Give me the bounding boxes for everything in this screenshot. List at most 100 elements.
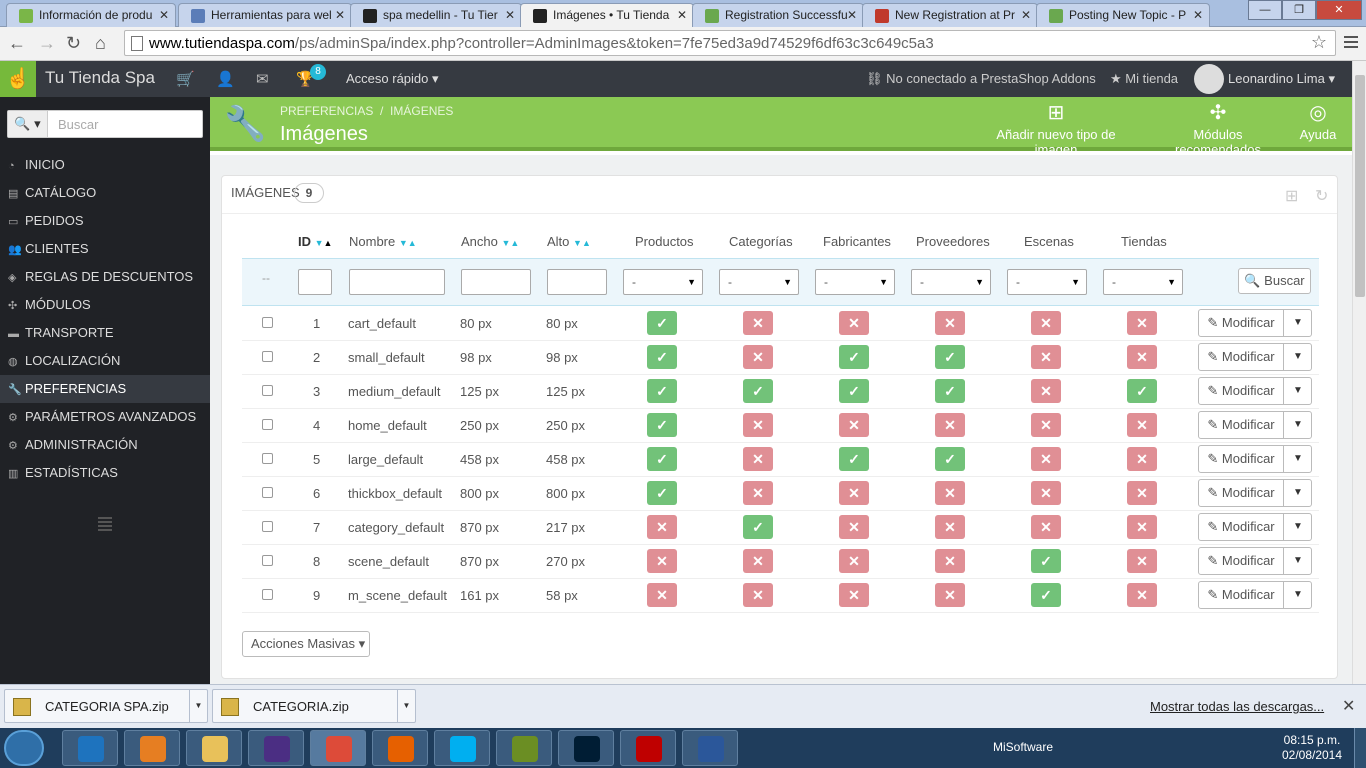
cross-icon[interactable]: ✕ <box>1127 549 1157 573</box>
caret-down-icon[interactable]: ▼ <box>1284 310 1312 336</box>
cross-icon[interactable]: ✕ <box>839 515 869 539</box>
close-window-icon[interactable]: ✕ <box>1316 0 1362 20</box>
check-icon[interactable]: ✓ <box>1031 549 1061 573</box>
sidebar-item-localizacion[interactable]: ◍ LOCALIZACIÓN <box>0 347 210 375</box>
row-checkbox[interactable] <box>262 521 273 532</box>
modify-button[interactable]: ✎ Modificar <box>1199 378 1284 404</box>
url-text[interactable]: www.tutiendaspa.com/ps/adminSpa/index.ph… <box>149 35 934 52</box>
download-item[interactable]: CATEGORIA SPA.zip ▼ <box>4 689 208 723</box>
cross-icon[interactable]: ✕ <box>839 481 869 505</box>
row-checkbox[interactable] <box>262 555 273 566</box>
maximize-icon[interactable]: ❐ <box>1282 0 1316 20</box>
cross-icon[interactable]: ✕ <box>743 345 773 369</box>
address-bar[interactable]: www.tutiendaspa.com/ps/adminSpa/index.ph… <box>124 30 1336 56</box>
row-checkbox[interactable] <box>262 589 273 600</box>
mail-icon[interactable]: ✉ <box>256 70 269 88</box>
check-icon[interactable]: ✓ <box>1031 583 1061 607</box>
cross-icon[interactable]: ✕ <box>647 515 677 539</box>
filter-manufacturers-select[interactable]: - <box>815 269 895 295</box>
prestashop-logo-icon[interactable]: ☝ <box>0 61 36 97</box>
check-icon[interactable]: ✓ <box>1127 379 1157 403</box>
browser-tab[interactable]: spa medellin - Tu Tier ✕ <box>350 3 522 27</box>
cross-icon[interactable]: ✕ <box>743 447 773 471</box>
scrollbar-thumb[interactable] <box>1355 75 1365 297</box>
modify-button[interactable]: ✎ Modificar <box>1199 446 1284 472</box>
browser-tab[interactable]: Herramientas para wel ✕ <box>178 3 352 27</box>
cross-icon[interactable]: ✕ <box>743 413 773 437</box>
taskbar-app-skype[interactable] <box>434 730 490 766</box>
check-icon[interactable]: ✓ <box>743 515 773 539</box>
column-header-height[interactable]: Alto ▼▲ <box>547 234 591 249</box>
cart-icon[interactable]: 🛒 <box>176 70 195 88</box>
cross-icon[interactable]: ✕ <box>743 583 773 607</box>
check-icon[interactable]: ✓ <box>647 345 677 369</box>
browser-tab[interactable]: Posting New Topic - P ✕ <box>1036 3 1210 27</box>
cross-icon[interactable]: ✕ <box>839 583 869 607</box>
cross-icon[interactable]: ✕ <box>1031 413 1061 437</box>
breadcrumb-parent[interactable]: PREFERENCIAS <box>280 104 373 118</box>
taskbar-app-eclipse[interactable] <box>248 730 304 766</box>
filter-suppliers-select[interactable]: - <box>911 269 991 295</box>
add-image-type-button[interactable]: ⊞ Añadir nuevo tipo de imagen <box>976 101 1136 157</box>
sort-desc-icon[interactable]: ▼ <box>315 238 324 248</box>
cross-icon[interactable]: ✕ <box>647 583 677 607</box>
sidebar-item-parametros[interactable]: ⚙ PARÁMETROS AVANZADOS <box>0 403 210 431</box>
cross-icon[interactable]: ✕ <box>839 549 869 573</box>
modify-button[interactable]: ✎ Modificar <box>1199 412 1284 438</box>
shop-name[interactable]: Tu Tienda Spa <box>45 68 155 88</box>
check-icon[interactable]: ✓ <box>647 481 677 505</box>
check-icon[interactable]: ✓ <box>839 345 869 369</box>
caret-down-icon[interactable]: ▼ <box>1284 480 1312 506</box>
sidebar-item-estadisticas[interactable]: ▥ ESTADÍSTICAS <box>0 459 210 487</box>
taskbar-app-firefox[interactable] <box>372 730 428 766</box>
caret-down-icon[interactable]: ▼ <box>1284 412 1312 438</box>
reload-icon[interactable]: ↻ <box>66 33 81 54</box>
check-icon[interactable]: ✓ <box>647 413 677 437</box>
download-options-icon[interactable]: ▼ <box>189 690 207 722</box>
cross-icon[interactable]: ✕ <box>839 413 869 437</box>
cross-icon[interactable]: ✕ <box>935 583 965 607</box>
cross-icon[interactable]: ✕ <box>743 311 773 335</box>
taskbar-app-word[interactable] <box>682 730 738 766</box>
caret-down-icon[interactable]: ▼ <box>1284 548 1312 574</box>
check-icon[interactable]: ✓ <box>935 379 965 403</box>
cross-icon[interactable]: ✕ <box>935 549 965 573</box>
cross-icon[interactable]: ✕ <box>1127 447 1157 471</box>
sort-asc-icon[interactable]: ▲ <box>510 238 519 248</box>
user-menu[interactable]: Leonardino Lima ▾ <box>1228 71 1335 87</box>
search-type-button[interactable]: 🔍 ▾ <box>8 111 48 137</box>
cross-icon[interactable]: ✕ <box>935 515 965 539</box>
caret-down-icon[interactable]: ▼ <box>1284 344 1312 370</box>
cross-icon[interactable]: ✕ <box>1127 583 1157 607</box>
filter-id-input[interactable] <box>298 269 332 295</box>
check-icon[interactable]: ✓ <box>935 345 965 369</box>
row-checkbox[interactable] <box>262 317 273 328</box>
row-checkbox[interactable] <box>262 385 273 396</box>
taskbar-app-media-player[interactable] <box>124 730 180 766</box>
modify-button[interactable]: ✎ Modificar <box>1199 344 1284 370</box>
taskbar-app-notepad-plus[interactable] <box>496 730 552 766</box>
search-input[interactable]: Buscar <box>58 117 98 132</box>
collapse-menu-icon[interactable] <box>98 515 112 533</box>
recommended-modules-button[interactable]: ✣ Módulos recomendados <box>1150 101 1286 157</box>
tab-close-icon[interactable]: ✕ <box>335 8 345 22</box>
sort-asc-icon[interactable]: ▲ <box>324 238 333 248</box>
download-item[interactable]: CATEGORIA.zip ▼ <box>212 689 416 723</box>
cross-icon[interactable]: ✕ <box>743 481 773 505</box>
tab-close-icon[interactable]: ✕ <box>1021 8 1031 22</box>
cross-icon[interactable]: ✕ <box>1031 447 1061 471</box>
browser-tab[interactable]: Registration Successfu ✕ <box>692 3 864 27</box>
row-checkbox[interactable] <box>262 453 273 464</box>
taskbar-app-internet-explorer[interactable] <box>62 730 118 766</box>
cross-icon[interactable]: ✕ <box>1127 311 1157 335</box>
sidebar-item-administracion[interactable]: ⚙ ADMINISTRACIÓN <box>0 431 210 459</box>
cross-icon[interactable]: ✕ <box>1031 311 1061 335</box>
cross-icon[interactable]: ✕ <box>839 311 869 335</box>
add-new-icon[interactable]: ⊞ <box>1285 186 1298 206</box>
tab-close-icon[interactable]: ✕ <box>677 8 687 22</box>
cross-icon[interactable]: ✕ <box>1031 481 1061 505</box>
user-icon[interactable]: 👤 <box>216 70 235 88</box>
modify-button[interactable]: ✎ Modificar <box>1199 548 1284 574</box>
browser-menu-icon[interactable] <box>1344 33 1358 51</box>
forward-icon[interactable]: → <box>38 33 56 54</box>
